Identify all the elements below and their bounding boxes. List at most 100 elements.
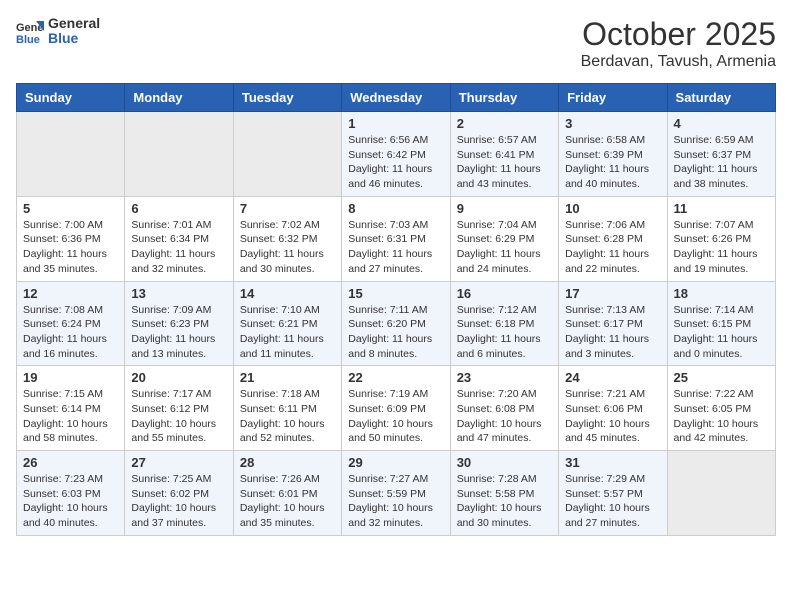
day-info: Sunrise: 7:10 AMSunset: 6:21 PMDaylight:…	[240, 303, 335, 362]
day-number: 30	[457, 455, 552, 470]
calendar-day-6: 6 Sunrise: 7:01 AMSunset: 6:34 PMDaylight…	[125, 196, 233, 281]
calendar-day-empty	[233, 112, 341, 197]
calendar-day-15: 15 Sunrise: 7:11 AMSunset: 6:20 PMDayligh…	[342, 281, 450, 366]
day-number: 4	[674, 116, 769, 131]
day-number: 29	[348, 455, 443, 470]
day-number: 23	[457, 370, 552, 385]
day-info: Sunrise: 7:04 AMSunset: 6:29 PMDaylight:…	[457, 218, 552, 277]
day-info: Sunrise: 7:01 AMSunset: 6:34 PMDaylight:…	[131, 218, 226, 277]
calendar-day-19: 19Sunrise: 7:15 AMSunset: 6:14 PMDayligh…	[17, 366, 125, 451]
day-info: Sunrise: 6:59 AMSunset: 6:37 PMDaylight:…	[674, 133, 769, 192]
day-info: Sunrise: 7:21 AMSunset: 6:06 PMDaylight:…	[565, 387, 660, 446]
calendar-day-25: 25 Sunrise: 7:22 AMSunset: 6:05 PMDayligh…	[667, 366, 775, 451]
day-number: 1	[348, 116, 443, 131]
day-number: 25	[674, 370, 769, 385]
day-info: Sunrise: 7:12 AMSunset: 6:18 PMDaylight:…	[457, 303, 552, 362]
calendar-day-28: 28 Sunrise: 7:26 AMSunset: 6:01 PMDayligh…	[233, 451, 341, 536]
day-info: Sunrise: 7:18 AMSunset: 6:11 PMDaylight:…	[240, 387, 335, 446]
day-number: 16	[457, 286, 552, 301]
calendar-day-26: 26 Sunrise: 7:23 AMSunset: 6:03 PMDayligh…	[17, 451, 125, 536]
day-number: 13	[131, 286, 226, 301]
day-info: Sunrise: 7:02 AMSunset: 6:32 PMDaylight:…	[240, 218, 335, 277]
day-info: Sunrise: 7:23 AMSunset: 6:03 PMDaylight:…	[23, 472, 118, 531]
day-number: 21	[240, 370, 335, 385]
location-title: Berdavan, Tavush, Armenia	[581, 53, 776, 71]
calendar-day-12: 12 Sunrise: 7:08 AMSunset: 6:24 PMDayligh…	[17, 281, 125, 366]
calendar-day-empty	[125, 112, 233, 197]
logo: General Blue General Blue	[16, 16, 100, 47]
calendar-day-22: 22 Sunrise: 7:19 AMSunset: 6:09 PMDayligh…	[342, 366, 450, 451]
day-info: Sunrise: 6:57 AMSunset: 6:41 PMDaylight:…	[457, 133, 552, 192]
calendar-day-2: 2 Sunrise: 6:57 AMSunset: 6:41 PMDaylight…	[450, 112, 558, 197]
day-info: Sunrise: 7:11 AMSunset: 6:20 PMDaylight:…	[348, 303, 443, 362]
day-info: Sunrise: 7:26 AMSunset: 6:01 PMDaylight:…	[240, 472, 335, 531]
day-number: 3	[565, 116, 660, 131]
calendar-day-7: 7Sunrise: 7:02 AMSunset: 6:32 PMDaylight…	[233, 196, 341, 281]
calendar-day-14: 14Sunrise: 7:10 AMSunset: 6:21 PMDayligh…	[233, 281, 341, 366]
day-number: 15	[348, 286, 443, 301]
calendar-day-30: 30 Sunrise: 7:28 AMSunset: 5:58 PMDayligh…	[450, 451, 558, 536]
day-info: Sunrise: 7:07 AMSunset: 6:26 PMDaylight:…	[674, 218, 769, 277]
calendar-day-16: 16 Sunrise: 7:12 AMSunset: 6:18 PMDayligh…	[450, 281, 558, 366]
day-info: Sunrise: 6:58 AMSunset: 6:39 PMDaylight:…	[565, 133, 660, 192]
day-info: Sunrise: 7:29 AMSunset: 5:57 PMDaylight:…	[565, 472, 660, 531]
calendar-day-empty	[667, 451, 775, 536]
title-block: October 2025 Berdavan, Tavush, Armenia	[581, 16, 776, 71]
day-number: 20	[131, 370, 226, 385]
calendar-day-5: 5Sunrise: 7:00 AMSunset: 6:36 PMDaylight…	[17, 196, 125, 281]
calendar-week-row: 19Sunrise: 7:15 AMSunset: 6:14 PMDayligh…	[17, 366, 776, 451]
calendar-day-29: 29 Sunrise: 7:27 AMSunset: 5:59 PMDayligh…	[342, 451, 450, 536]
header-thursday: Thursday	[450, 84, 558, 112]
day-info: Sunrise: 7:17 AMSunset: 6:12 PMDaylight:…	[131, 387, 226, 446]
day-info: Sunrise: 7:09 AMSunset: 6:23 PMDaylight:…	[131, 303, 226, 362]
page-header: General Blue General Blue October 2025 B…	[16, 16, 776, 71]
day-number: 17	[565, 286, 660, 301]
day-info: Sunrise: 7:19 AMSunset: 6:09 PMDaylight:…	[348, 387, 443, 446]
day-info: Sunrise: 7:28 AMSunset: 5:58 PMDaylight:…	[457, 472, 552, 531]
day-info: Sunrise: 7:00 AMSunset: 6:36 PMDaylight:…	[23, 218, 118, 277]
day-info: Sunrise: 7:14 AMSunset: 6:15 PMDaylight:…	[674, 303, 769, 362]
day-number: 26	[23, 455, 118, 470]
header-monday: Monday	[125, 84, 233, 112]
calendar-week-row: 1 Sunrise: 6:56 AMSunset: 6:42 PMDaylight…	[17, 112, 776, 197]
day-number: 2	[457, 116, 552, 131]
calendar-day-3: 3 Sunrise: 6:58 AMSunset: 6:39 PMDaylight…	[559, 112, 667, 197]
header-wednesday: Wednesday	[342, 84, 450, 112]
calendar-table: SundayMondayTuesdayWednesdayThursdayFrid…	[16, 83, 776, 536]
header-friday: Friday	[559, 84, 667, 112]
day-info: Sunrise: 6:56 AMSunset: 6:42 PMDaylight:…	[348, 133, 443, 192]
calendar-day-11: 11Sunrise: 7:07 AMSunset: 6:26 PMDayligh…	[667, 196, 775, 281]
day-info: Sunrise: 7:27 AMSunset: 5:59 PMDaylight:…	[348, 472, 443, 531]
day-number: 19	[23, 370, 118, 385]
header-saturday: Saturday	[667, 84, 775, 112]
calendar-day-31: 31Sunrise: 7:29 AMSunset: 5:57 PMDayligh…	[559, 451, 667, 536]
day-number: 24	[565, 370, 660, 385]
calendar-week-row: 26 Sunrise: 7:23 AMSunset: 6:03 PMDayligh…	[17, 451, 776, 536]
logo-line1: General	[48, 16, 100, 31]
calendar-day-4: 4 Sunrise: 6:59 AMSunset: 6:37 PMDaylight…	[667, 112, 775, 197]
calendar-day-18: 18Sunrise: 7:14 AMSunset: 6:15 PMDayligh…	[667, 281, 775, 366]
month-title: October 2025	[581, 16, 776, 53]
calendar-day-23: 23 Sunrise: 7:20 AMSunset: 6:08 PMDayligh…	[450, 366, 558, 451]
day-number: 12	[23, 286, 118, 301]
day-info: Sunrise: 7:13 AMSunset: 6:17 PMDaylight:…	[565, 303, 660, 362]
logo-icon: General Blue	[16, 17, 44, 45]
header-sunday: Sunday	[17, 84, 125, 112]
day-number: 22	[348, 370, 443, 385]
day-number: 28	[240, 455, 335, 470]
calendar-header-row: SundayMondayTuesdayWednesdayThursdayFrid…	[17, 84, 776, 112]
calendar-day-10: 10Sunrise: 7:06 AMSunset: 6:28 PMDayligh…	[559, 196, 667, 281]
calendar-day-20: 20 Sunrise: 7:17 AMSunset: 6:12 PMDayligh…	[125, 366, 233, 451]
calendar-day-9: 9 Sunrise: 7:04 AMSunset: 6:29 PMDaylight…	[450, 196, 558, 281]
day-info: Sunrise: 7:06 AMSunset: 6:28 PMDaylight:…	[565, 218, 660, 277]
day-info: Sunrise: 7:22 AMSunset: 6:05 PMDaylight:…	[674, 387, 769, 446]
calendar-week-row: 5Sunrise: 7:00 AMSunset: 6:36 PMDaylight…	[17, 196, 776, 281]
day-number: 9	[457, 201, 552, 216]
day-info: Sunrise: 7:20 AMSunset: 6:08 PMDaylight:…	[457, 387, 552, 446]
day-number: 6	[131, 201, 226, 216]
logo-line2: Blue	[48, 31, 100, 46]
day-info: Sunrise: 7:08 AMSunset: 6:24 PMDaylight:…	[23, 303, 118, 362]
header-tuesday: Tuesday	[233, 84, 341, 112]
day-info: Sunrise: 7:25 AMSunset: 6:02 PMDaylight:…	[131, 472, 226, 531]
svg-text:Blue: Blue	[16, 34, 40, 45]
